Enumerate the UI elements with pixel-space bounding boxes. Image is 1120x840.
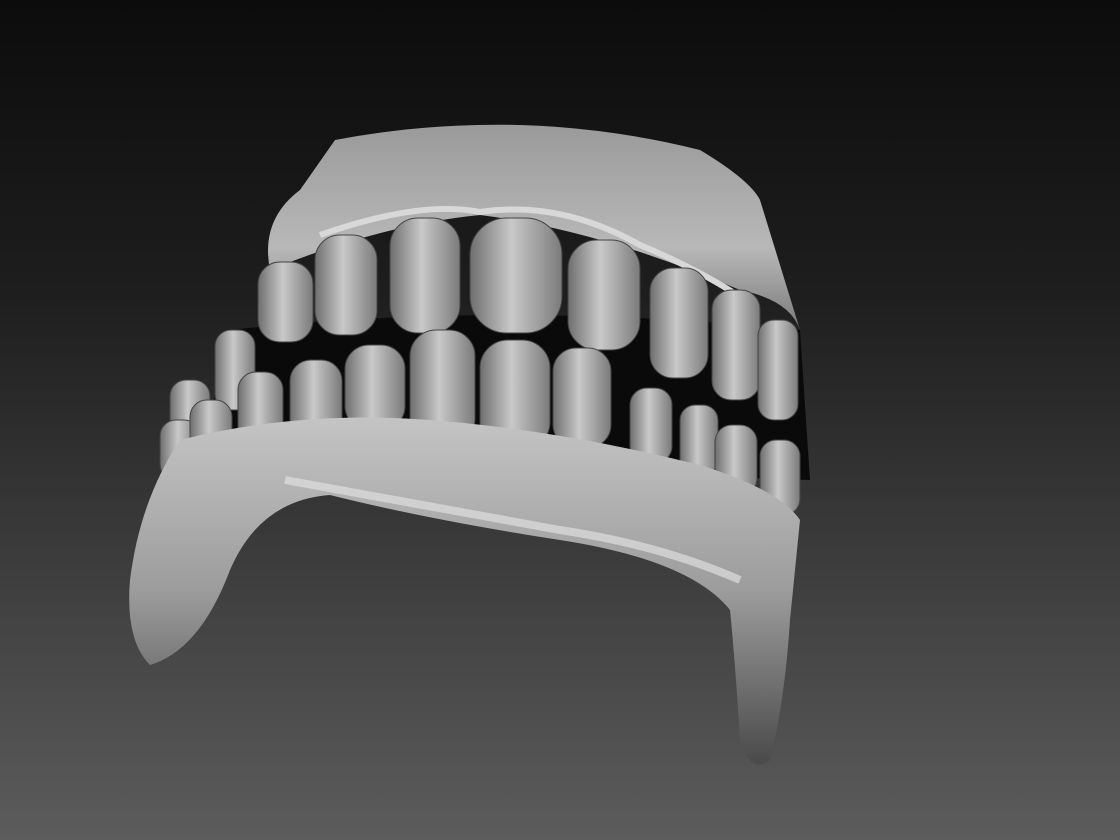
tooth bbox=[257, 261, 314, 343]
render-canvas bbox=[0, 0, 1120, 840]
tooth bbox=[344, 344, 406, 431]
tooth bbox=[314, 234, 378, 336]
tooth bbox=[552, 347, 612, 449]
tooth bbox=[711, 289, 761, 401]
tooth bbox=[757, 319, 799, 421]
tooth bbox=[567, 239, 641, 351]
tooth bbox=[389, 217, 461, 334]
sculpt-viewport[interactable] bbox=[0, 0, 1120, 840]
tooth bbox=[649, 267, 709, 379]
tooth bbox=[469, 217, 563, 334]
